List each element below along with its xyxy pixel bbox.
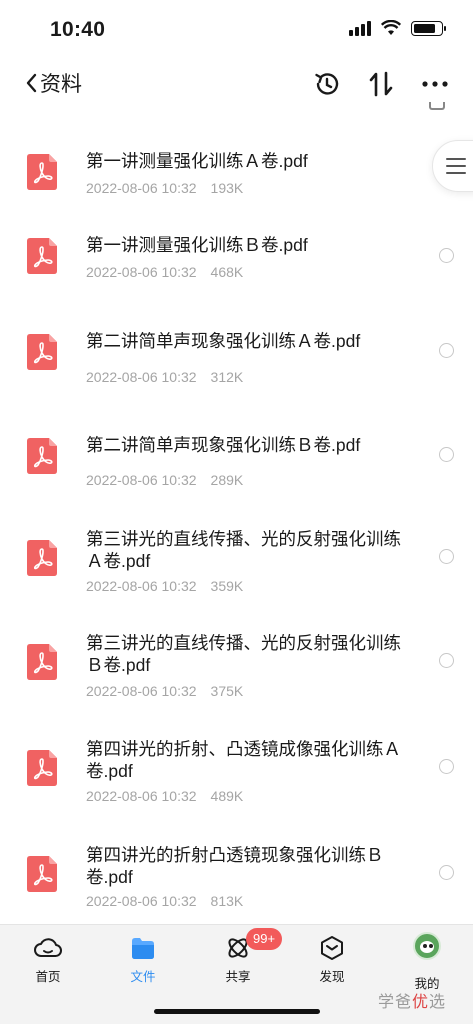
sort-icon <box>369 71 393 97</box>
file-date: 2022-08-06 10:32 <box>86 264 197 280</box>
chevron-left-icon <box>26 73 37 93</box>
pdf-file-icon <box>27 238 57 274</box>
tab-share-label: 共享 <box>225 970 251 984</box>
pdf-file-icon <box>27 438 57 474</box>
pdf-file-icon <box>27 750 57 786</box>
battery-icon <box>411 20 446 36</box>
cellular-signal-icon <box>349 20 371 36</box>
tab-home[interactable]: 首页 <box>18 933 78 985</box>
file-meta: 2022-08-06 10:32 312K <box>86 369 243 385</box>
history-button[interactable] <box>311 68 343 100</box>
file-date: 2022-08-06 10:32 <box>86 683 197 699</box>
file-name: 第二讲简单声现象强化训练Ｂ卷.pdf <box>86 435 361 455</box>
file-name: 第三讲光的直线传播、光的反射强化训练Ａ卷.pdf <box>86 529 401 571</box>
file-date: 2022-08-06 10:32 <box>86 472 197 488</box>
file-meta: 2022-08-06 10:32 468K <box>86 264 243 280</box>
file-select-radio[interactable] <box>439 549 454 564</box>
status-time: 10:40 <box>50 18 106 41</box>
pdf-file-icon <box>27 540 57 576</box>
status-icons <box>349 20 446 36</box>
file-name: 第四讲光的折射凸透镜现象强化训练Ｂ卷.pdf <box>86 845 384 887</box>
file-meta: 2022-08-06 10:32 489K <box>86 788 243 804</box>
watermark: 学爸优选 <box>378 994 447 1011</box>
discover-icon <box>321 936 343 960</box>
navigation-header: 资料 <box>0 62 473 106</box>
file-date: 2022-08-06 10:32 <box>86 180 197 196</box>
status-bar: 10:40 <box>0 0 473 58</box>
file-name: 第二讲简单声现象强化训练Ａ卷.pdf <box>86 331 361 351</box>
select-icon <box>429 102 445 110</box>
page-title: 资料 <box>40 73 82 96</box>
tab-discover-label: 发现 <box>319 970 345 984</box>
pdf-file-icon <box>27 334 57 370</box>
file-date: 2022-08-06 10:32 <box>86 369 197 385</box>
wifi-icon <box>381 20 401 35</box>
home-indicator <box>154 1009 320 1014</box>
menu-icon <box>446 158 466 179</box>
pdf-file-icon <box>27 856 57 892</box>
file-name: 第一讲测量强化训练Ａ卷.pdf <box>86 151 308 171</box>
file-size: 813K <box>210 893 244 909</box>
file-name: 第一讲测量强化训练Ｂ卷.pdf <box>86 235 308 255</box>
file-size: 375K <box>210 683 244 699</box>
file-select-radio[interactable] <box>439 865 454 880</box>
file-select-radio[interactable] <box>439 759 454 774</box>
sort-row-cutoff <box>24 102 449 116</box>
file-meta: 2022-08-06 10:32 289K <box>86 472 243 488</box>
side-menu-button[interactable] <box>432 140 473 192</box>
back-button[interactable]: 资料 <box>24 68 82 98</box>
header-actions <box>311 68 451 100</box>
file-size: 489K <box>210 788 244 804</box>
history-icon <box>315 73 339 95</box>
tab-files[interactable]: 文件 <box>113 933 173 985</box>
tab-files-label: 文件 <box>130 970 156 984</box>
file-date: 2022-08-06 10:32 <box>86 788 197 804</box>
avatar[interactable] <box>413 932 441 960</box>
file-size: 193K <box>210 180 244 196</box>
file-name: 第四讲光的折射、凸透镜成像强化训练Ａ卷.pdf <box>86 739 401 781</box>
file-date: 2022-08-06 10:32 <box>86 578 197 594</box>
file-size: 468K <box>210 264 244 280</box>
file-select-radio[interactable] <box>439 653 454 668</box>
file-size: 289K <box>210 472 244 488</box>
file-size: 359K <box>210 578 244 594</box>
pdf-file-icon <box>27 154 57 190</box>
file-meta: 2022-08-06 10:32 359K <box>86 578 243 594</box>
file-meta: 2022-08-06 10:32 375K <box>86 683 243 699</box>
file-name: 第三讲光的直线传播、光的反射强化训练Ｂ卷.pdf <box>86 633 401 675</box>
file-date: 2022-08-06 10:32 <box>86 893 197 909</box>
file-select-radio[interactable] <box>439 248 454 263</box>
file-size: 312K <box>210 369 244 385</box>
more-button[interactable] <box>419 68 451 100</box>
file-meta: 2022-08-06 10:32 193K <box>86 180 243 196</box>
sort-button[interactable] <box>365 68 397 100</box>
file-select-radio[interactable] <box>439 343 454 358</box>
file-select-radio[interactable] <box>439 447 454 462</box>
pdf-file-icon <box>27 644 57 680</box>
tab-discover[interactable]: 发现 <box>302 933 362 985</box>
cloud-icon <box>34 938 62 957</box>
more-icon <box>422 81 448 87</box>
file-meta: 2022-08-06 10:32 813K <box>86 893 243 909</box>
folder-icon <box>132 938 154 959</box>
share-notification-badge: 99+ <box>246 928 283 950</box>
tab-home-label: 首页 <box>35 970 61 984</box>
